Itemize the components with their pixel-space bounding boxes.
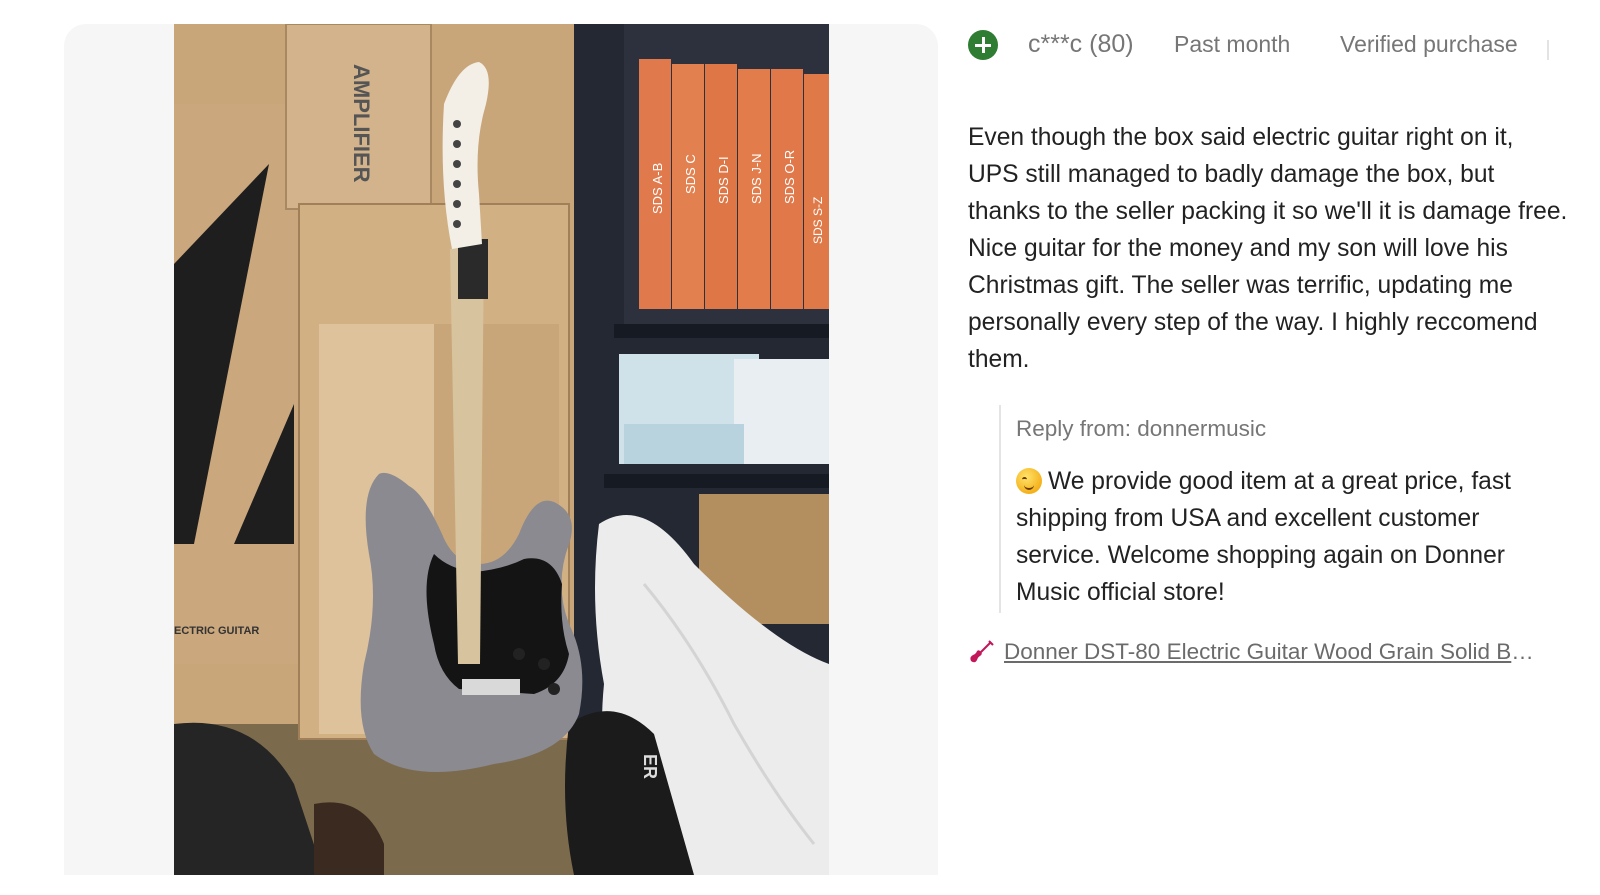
smiling-face-emoji-icon (1016, 468, 1042, 494)
review-page: AMPLIFIER ECTRIC GUITAR SDS A-B SDS C SD… (0, 0, 1600, 895)
guitar-box-text: ECTRIC GUITAR (174, 625, 259, 637)
review-photo-panel: AMPLIFIER ECTRIC GUITAR SDS A-B SDS C SD… (64, 24, 938, 875)
binder-label-5: SDS O-R (782, 150, 797, 204)
amplifier-box-text: AMPLIFIER (349, 64, 374, 183)
reviewer-name: c***c (80) (1028, 30, 1134, 58)
bag-text: ER (640, 754, 660, 779)
plus-circle-icon[interactable] (968, 30, 998, 60)
binders: SDS A-B SDS C SDS D-I SDS J-N SDS O-R SD… (639, 59, 829, 309)
binder-label-3: SDS D-I (716, 156, 731, 204)
product-link[interactable]: Donner DST-80 Electric Guitar Wood Grain… (968, 639, 1536, 665)
review-meta: c***c (80) Past month Verified purchase (968, 24, 1568, 68)
review-column: c***c (80) Past month Verified purchase … (968, 24, 1568, 665)
seller-reply: Reply from: donnermusic We provide good … (999, 405, 1556, 613)
guitar-icon (970, 640, 994, 663)
verified-purchase-label: Verified purchase (1340, 31, 1518, 57)
product-link-text[interactable]: Donner DST-80 Electric Guitar Wood Grain… (1004, 639, 1536, 665)
binder-label-1: SDS A-B (650, 163, 665, 214)
binder-label-4: SDS J-N (749, 153, 764, 204)
binder-label-6: SDS S-Z (811, 197, 825, 244)
review-text: Even though the box said electric guitar… (968, 124, 1568, 373)
reply-from-label: Reply from: donnermusic (1016, 416, 1267, 441)
review-date: Past month (1174, 31, 1291, 57)
reply-text: We provide good item at a great price, f… (1016, 468, 1511, 606)
meta-divider (1547, 40, 1549, 60)
reply-body: We provide good item at a great price, f… (1016, 463, 1556, 611)
review-photo[interactable]: AMPLIFIER ECTRIC GUITAR SDS A-B SDS C SD… (174, 24, 829, 875)
binder-label-2: SDS C (683, 154, 698, 194)
